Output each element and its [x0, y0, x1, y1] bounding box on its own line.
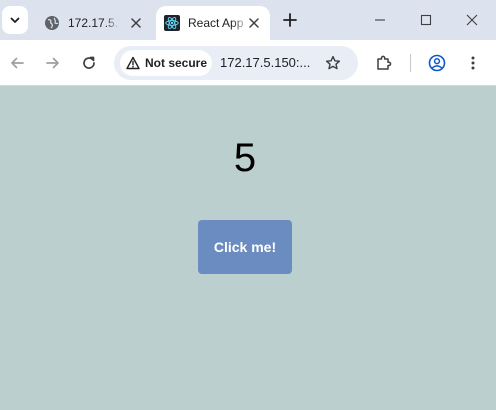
minimize-icon — [375, 19, 385, 21]
more-vertical-icon — [471, 56, 475, 70]
arrow-right-icon — [46, 57, 59, 69]
counter-value: 5 — [233, 136, 257, 180]
browser-window: 172.17.5.150 React App — [0, 0, 496, 410]
chevron-down-icon — [10, 17, 20, 23]
tab-react-app[interactable]: React App — [156, 6, 270, 40]
reload-icon — [83, 56, 95, 69]
close-icon — [466, 14, 478, 26]
tab-search-button[interactable] — [2, 6, 28, 34]
maximize-icon — [420, 14, 432, 26]
minimize-button[interactable] — [368, 8, 392, 32]
globe-icon — [45, 16, 59, 30]
tab-strip: 172.17.5.150 React App — [0, 0, 496, 40]
browser-toolbar: Not secure 172.17.5.150:... — [0, 40, 496, 86]
page-content: 5 Click me! — [0, 86, 496, 410]
tab-ip-address[interactable]: 172.17.5.150 — [34, 6, 152, 40]
arrow-left-icon — [11, 57, 24, 69]
forward-button[interactable] — [41, 51, 65, 75]
security-indicator[interactable]: Not secure — [120, 50, 212, 76]
tab-title: 172.17.5.150 — [68, 16, 120, 30]
bookmark-button[interactable] — [322, 52, 344, 74]
profile-button[interactable] — [425, 51, 449, 75]
account-icon — [428, 54, 446, 72]
close-icon[interactable] — [246, 15, 262, 31]
new-tab-button[interactable] — [278, 8, 302, 32]
puzzle-icon — [377, 55, 392, 70]
security-label: Not secure — [145, 56, 208, 70]
reload-button[interactable] — [77, 51, 101, 75]
star-icon — [325, 55, 341, 70]
menu-button[interactable] — [461, 51, 485, 75]
close-icon[interactable] — [128, 15, 144, 31]
react-logo-icon — [164, 15, 180, 31]
plus-icon — [283, 13, 297, 27]
extensions-button[interactable] — [372, 51, 396, 75]
toolbar-divider — [410, 54, 411, 72]
back-button[interactable] — [5, 51, 29, 75]
tab-title: React App — [188, 16, 244, 30]
click-me-button[interactable]: Click me! — [198, 220, 292, 274]
maximize-button[interactable] — [414, 8, 438, 32]
warning-icon — [126, 56, 140, 70]
address-bar[interactable]: Not secure 172.17.5.150:... — [114, 46, 358, 80]
close-window-button[interactable] — [460, 8, 484, 32]
url-text[interactable]: 172.17.5.150:... — [220, 55, 310, 70]
